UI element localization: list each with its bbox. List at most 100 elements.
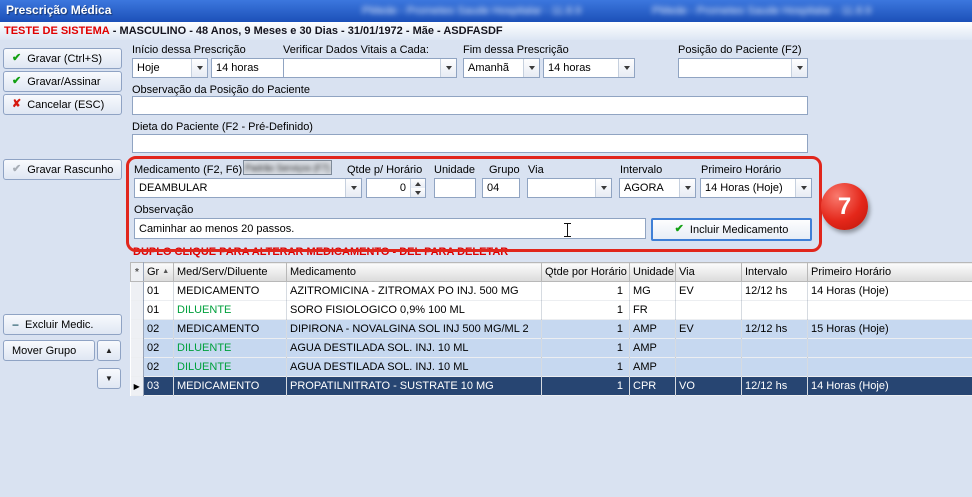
titlebar: Prescrição Médica PMede - Prometeo Saude… <box>0 0 972 22</box>
row-selector[interactable] <box>131 301 144 320</box>
row-selector[interactable] <box>131 320 144 339</box>
save-button[interactable]: ✔ Gravar (Ctrl+S) <box>3 48 122 69</box>
check-icon: ✔ <box>12 76 21 87</box>
via-select[interactable] <box>527 178 612 198</box>
patient-name: TESTE DE SISTEMA <box>4 25 110 37</box>
fim-day-select[interactable]: Amanhã <box>463 58 540 78</box>
table-row[interactable]: 01 DILUENTE SORO FISIOLOGICO 0,9% 100 ML… <box>131 301 972 320</box>
column-header-gr[interactable]: Gr▲ <box>144 263 174 282</box>
table-row[interactable]: 02 DILUENTE AGUA DESTILADA SOL. INJ. 10 … <box>131 339 972 358</box>
table-row[interactable]: 01 MEDICAMENTO AZITROMICINA - ZITROMAX P… <box>131 282 972 301</box>
column-header-medicamento[interactable]: Medicamento <box>287 263 542 282</box>
dados-vitais-select[interactable] <box>283 58 457 78</box>
redacted-button[interactable]: Padrão Serviços (F7) <box>243 160 332 175</box>
fim-time-select[interactable]: 14 horas <box>543 58 635 78</box>
chevron-down-icon[interactable] <box>791 59 807 77</box>
cell-tipo: DILUENTE <box>174 301 287 320</box>
cell-qtde: 1 <box>542 301 630 320</box>
delete-medication-button[interactable]: − Excluir Medic. <box>3 314 122 335</box>
current-row-icon: ▶ <box>134 382 140 391</box>
medicamento-label: Medicamento (F2, F6) <box>134 164 242 176</box>
intervalo-select[interactable]: AGORA <box>619 178 696 198</box>
row-selector-header: * <box>131 263 144 282</box>
cancel-button-label: Cancelar (ESC) <box>27 99 104 111</box>
chevron-down-icon[interactable] <box>618 59 634 77</box>
obs-posicao-label: Observação da Posição do Paciente <box>132 84 310 96</box>
inicio-day-value: Hoje <box>133 59 191 77</box>
fim-day-value: Amanhã <box>464 59 523 77</box>
check-icon: ✔ <box>12 164 21 175</box>
cell-medicamento: AGUA DESTILADA SOL. INJ. 10 ML <box>287 339 542 358</box>
cell-unidade: AMP <box>630 320 676 339</box>
observacao-label: Observação <box>134 204 193 216</box>
cell-intervalo <box>742 301 808 320</box>
column-header-qtde[interactable]: Qtde por Horário <box>542 263 630 282</box>
move-group-up-button[interactable]: ▲ <box>97 340 121 361</box>
cell-unidade: FR <box>630 301 676 320</box>
via-value <box>528 179 595 197</box>
chevron-down-icon[interactable] <box>440 59 456 77</box>
sort-asc-icon: ▲ <box>162 268 169 275</box>
cell-primeiro: 14 Horas (Hoje) <box>808 282 972 301</box>
chevron-down-icon[interactable] <box>679 179 695 197</box>
check-icon: ✔ <box>12 53 21 64</box>
save-draft-button[interactable]: ✔ Gravar Rascunho <box>3 159 122 180</box>
column-header-primeiro[interactable]: Primeiro Horário <box>808 263 972 282</box>
chevron-down-icon[interactable] <box>345 179 361 197</box>
move-group-down-button[interactable]: ▼ <box>97 368 121 389</box>
row-selector[interactable] <box>131 358 144 377</box>
cell-primeiro <box>808 301 972 320</box>
dieta-paciente-label: Dieta do Paciente (F2 - Pré-Definido) <box>132 121 313 133</box>
chevron-down-icon[interactable] <box>595 179 611 197</box>
spin-up-icon[interactable] <box>411 179 425 188</box>
primeiro-horario-value: 14 Horas (Hoje) <box>701 179 795 197</box>
inicio-day-select[interactable]: Hoje <box>132 58 208 78</box>
quantity-stepper[interactable]: 0 <box>366 178 426 198</box>
column-header-intervalo[interactable]: Intervalo <box>742 263 808 282</box>
cell-primeiro <box>808 358 972 377</box>
medicamento-select[interactable]: DEAMBULAR <box>134 178 362 198</box>
redacted-text: PMede - Prometeo Saude Hospitalar - 11.8… <box>362 5 630 18</box>
cell-medicamento: AGUA DESTILADA SOL. INJ. 10 ML <box>287 358 542 377</box>
cell-intervalo: 12/12 hs <box>742 282 808 301</box>
cell-qtde: 1 <box>542 320 630 339</box>
table-row[interactable]: 02 MEDICAMENTO DIPIRONA - NOVALGINA SOL … <box>131 320 972 339</box>
chevron-down-icon[interactable] <box>795 179 811 197</box>
row-selector[interactable] <box>131 282 144 301</box>
grupo-input[interactable] <box>482 178 520 198</box>
cancel-button[interactable]: ✘ Cancelar (ESC) <box>3 94 122 115</box>
window-title: Prescrição Médica <box>6 3 111 17</box>
column-header-via[interactable]: Via <box>676 263 742 282</box>
cell-unidade: MG <box>630 282 676 301</box>
cell-tipo: MEDICAMENTO <box>174 320 287 339</box>
cell-medicamento: SORO FISIOLOGICO 0,9% 100 ML <box>287 301 542 320</box>
cell-intervalo <box>742 358 808 377</box>
incluir-medicamento-button[interactable]: ✔ Incluir Medicamento <box>651 218 812 241</box>
table-row[interactable]: 02 DILUENTE AGUA DESTILADA SOL. INJ. 10 … <box>131 358 972 377</box>
cell-primeiro: 14 Horas (Hoje) <box>808 377 972 396</box>
stepper-buttons <box>410 179 425 197</box>
prescription-window: Prescrição Médica PMede - Prometeo Saude… <box>0 0 972 497</box>
save-sign-button[interactable]: ✔ Gravar/Assinar <box>3 71 122 92</box>
chevron-down-icon[interactable] <box>523 59 539 77</box>
column-header-tipo[interactable]: Med/Serv/Diluente <box>174 263 287 282</box>
chevron-down-icon[interactable] <box>191 59 207 77</box>
arrow-down-icon: ▼ <box>105 374 113 383</box>
cell-tipo: MEDICAMENTO <box>174 282 287 301</box>
primeiro-horario-select[interactable]: 14 Horas (Hoje) <box>700 178 812 198</box>
cell-tipo: MEDICAMENTO <box>174 377 287 396</box>
obs-posicao-input[interactable] <box>132 96 808 115</box>
table-header-row: * Gr▲ Med/Serv/Diluente Medicamento Qtde… <box>131 263 972 282</box>
delete-medication-button-label: Excluir Medic. <box>25 319 93 331</box>
cell-gr: 01 <box>144 282 174 301</box>
posicao-paciente-select[interactable] <box>678 58 808 78</box>
row-selector[interactable] <box>131 339 144 358</box>
row-selector[interactable]: ▶ <box>131 377 144 396</box>
spin-down-icon[interactable] <box>411 188 425 197</box>
unidade-input[interactable] <box>434 178 476 198</box>
column-header-unidade[interactable]: Unidade <box>630 263 676 282</box>
move-group-button[interactable]: Mover Grupo <box>3 340 95 361</box>
dieta-paciente-input[interactable] <box>132 134 808 153</box>
cell-unidade: CPR <box>630 377 676 396</box>
table-row-selected[interactable]: ▶ 03 MEDICAMENTO PROPATILNITRATO - SUSTR… <box>131 377 972 396</box>
